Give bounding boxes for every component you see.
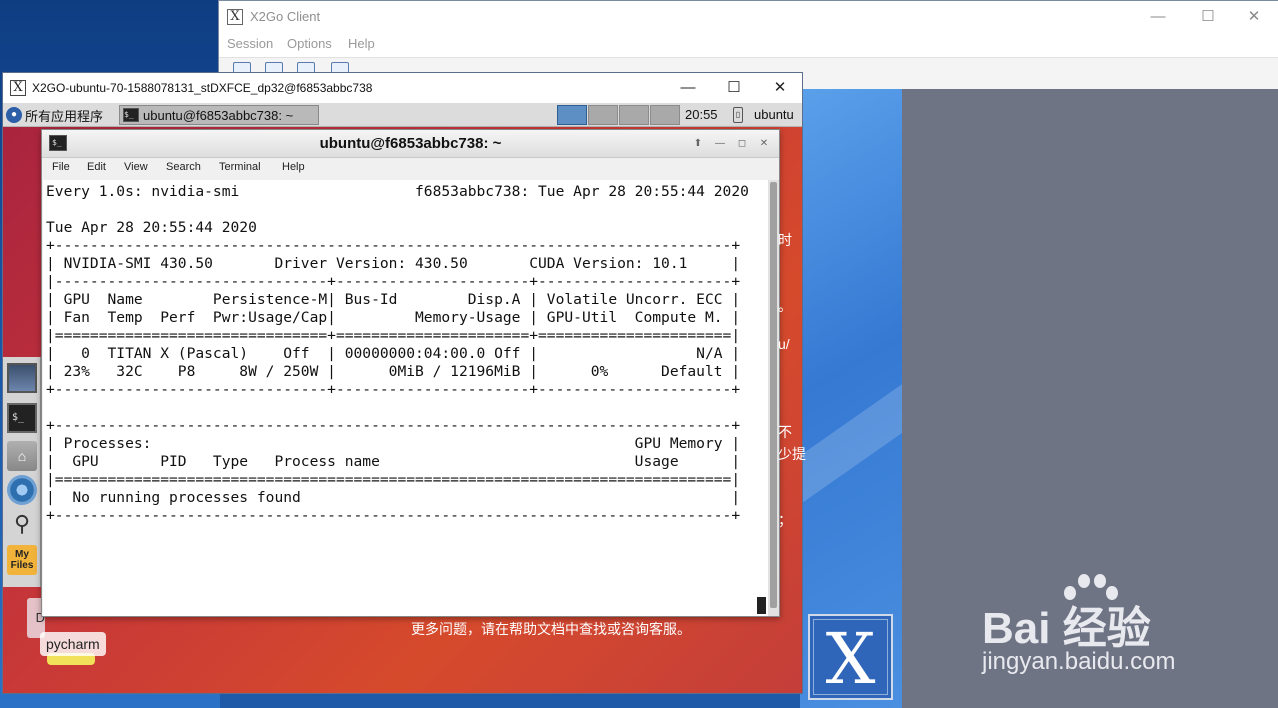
terminal-screen[interactable]: Every 1.0s: nvidia-smi f6853abbc738: Tue… [43, 180, 768, 616]
partial-text-6: ； [778, 512, 792, 528]
terminal-line: | GPU Name Persistence-M| Bus-Id Disp.A … [46, 291, 741, 308]
x2go-client-title: X2Go Client [250, 9, 321, 24]
session-titlebar[interactable]: X X2GO-ubuntu-70-1588078131_stDXFCE_dp32… [3, 73, 802, 103]
panel-clock[interactable]: 20:55 [685, 107, 718, 122]
xfce-logo-icon: ● [6, 107, 22, 123]
partial-text-4: 不 [778, 424, 792, 440]
shade-icon[interactable]: ⬆ [687, 134, 709, 154]
x2go-app-icon: X [227, 9, 243, 25]
web-browser-icon[interactable] [7, 475, 37, 505]
terminal-cursor [757, 597, 766, 614]
x2go-session-icon: X [10, 80, 26, 96]
minimize-icon[interactable]: — [709, 134, 731, 154]
search-icon[interactable]: ⚲ [7, 509, 37, 539]
partial-text-5: 少提 [778, 446, 806, 462]
baidu-watermark-url: jingyan.baidu.com [982, 648, 1176, 675]
terminal-line: | 23% 32C P8 8W / 250W | 0MiB / 12196MiB… [46, 363, 741, 380]
x2go-x-logo: X [808, 614, 893, 700]
terminal-line: Every 1.0s: nvidia-smi f6853abbc738: Tue… [46, 183, 749, 200]
menu-help[interactable]: Help [282, 161, 305, 173]
terminal-line: |===============================+=======… [46, 327, 741, 344]
workspace-4[interactable] [650, 105, 680, 125]
terminal-window-controls: ⬆ — ◻ ✕ [687, 134, 775, 154]
show-desktop-icon[interactable] [7, 363, 37, 393]
menu-help[interactable]: Help [348, 36, 375, 51]
terminal-line: +---------------------------------------… [46, 507, 741, 524]
user-icon: ▯ [733, 107, 743, 123]
partial-text-1: 时 [778, 232, 792, 248]
xfce-top-panel: ● 所有应用程序 $_ ubuntu@f6853abbc738: ~ 20:55… [3, 103, 802, 127]
pycharm-desktop-label[interactable]: pycharm [40, 632, 106, 656]
panel-username[interactable]: ubuntu [754, 107, 794, 122]
terminal-line: | 0 TITAN X (Pascal) Off | 00000000:04:0… [46, 345, 741, 362]
terminal-line: +---------------------------------------… [46, 237, 741, 254]
menu-options[interactable]: Options [287, 36, 332, 51]
terminal-line: | NVIDIA-SMI 430.50 Driver Version: 430.… [46, 255, 741, 272]
terminal-title: ubuntu@f6853abbc738: ~ [319, 135, 502, 152]
home-folder-icon[interactable]: ⌂ [7, 441, 37, 471]
scrollbar-thumb[interactable] [770, 182, 777, 608]
baidu-watermark-brand: Bai 经验 [982, 604, 1151, 653]
taskbar-terminal-label: ubuntu@f6853abbc738: ~ [143, 107, 294, 123]
terminal-launcher-icon[interactable]: $_ [7, 403, 37, 433]
my-files-icon[interactable]: My Files [7, 545, 37, 575]
workspace-1[interactable] [557, 105, 587, 125]
menu-session[interactable]: Session [227, 36, 273, 51]
menu-terminal[interactable]: Terminal [219, 161, 261, 173]
terminal-line: |-------------------------------+-------… [46, 273, 741, 290]
workspace-2[interactable] [588, 105, 618, 125]
applications-menu-button[interactable]: ● 所有应用程序 [6, 106, 103, 124]
partial-text-2: 。 [778, 298, 792, 314]
terminal-output: Every 1.0s: nvidia-smi f6853abbc738: Tue… [46, 183, 749, 525]
session-title: X2GO-ubuntu-70-1588078131_stDXFCE_dp32@f… [32, 81, 373, 95]
applications-menu-label: 所有应用程序 [25, 108, 104, 124]
maximize-icon[interactable]: ◻ [731, 134, 753, 154]
terminal-titlebar[interactable]: $_ ubuntu@f6853abbc738: ~ ⬆ — ◻ ✕ [42, 130, 779, 158]
menu-file[interactable]: File [52, 161, 70, 173]
terminal-line: | No running processes found | [46, 489, 741, 506]
close-icon[interactable]: ✕ [1239, 5, 1269, 29]
minimize-icon[interactable]: — [673, 76, 703, 100]
maximize-icon[interactable]: ☐ [1193, 5, 1223, 29]
terminal-window: $_ ubuntu@f6853abbc738: ~ ⬆ — ◻ ✕ File E… [41, 129, 780, 617]
terminal-icon: $_ [123, 108, 139, 122]
terminal-line: +-------------------------------+-------… [46, 381, 741, 398]
terminal-line: | GPU PID Type Process name Usage | [46, 453, 741, 470]
terminal-menubar: File Edit View Search Terminal Help [42, 158, 779, 180]
terminal-line: | Processes: GPU Memory | [46, 435, 741, 452]
taskbar-terminal-button[interactable]: $_ ubuntu@f6853abbc738: ~ [119, 105, 319, 125]
workspace-switcher [557, 105, 681, 125]
close-icon[interactable]: ✕ [765, 76, 795, 100]
remote-desktop: ● 所有应用程序 $_ ubuntu@f6853abbc738: ~ 20:55… [3, 103, 802, 693]
side-dock: $_ ⌂ ⚲ My Files [3, 357, 41, 587]
workspace-3[interactable] [619, 105, 649, 125]
minimize-icon[interactable]: — [1143, 5, 1173, 29]
terminal-line: Tue Apr 28 20:55:44 2020 [46, 219, 257, 236]
wallpaper-help-text: 更多问题，请在帮助文档中查找或咨询客服。 [411, 621, 691, 637]
terminal-line: | Fan Temp Perf Pwr:Usage/Cap| Memory-Us… [46, 309, 741, 326]
x2go-client-titlebar[interactable]: X X2Go Client — ☐ ✕ [219, 1, 1278, 33]
terminal-line: |=======================================… [46, 471, 741, 488]
maximize-icon[interactable]: ☐ [719, 76, 749, 100]
terminal-line: +---------------------------------------… [46, 417, 741, 434]
partial-text-3: u/ [778, 336, 790, 352]
menu-view[interactable]: View [124, 161, 148, 173]
menu-search[interactable]: Search [166, 161, 201, 173]
session-window: X X2GO-ubuntu-70-1588078131_stDXFCE_dp32… [2, 72, 803, 694]
wallpaper-streak [800, 364, 902, 512]
close-icon[interactable]: ✕ [753, 134, 775, 154]
menu-edit[interactable]: Edit [87, 161, 106, 173]
x2go-client-menubar: Session Options Help [219, 33, 1278, 55]
